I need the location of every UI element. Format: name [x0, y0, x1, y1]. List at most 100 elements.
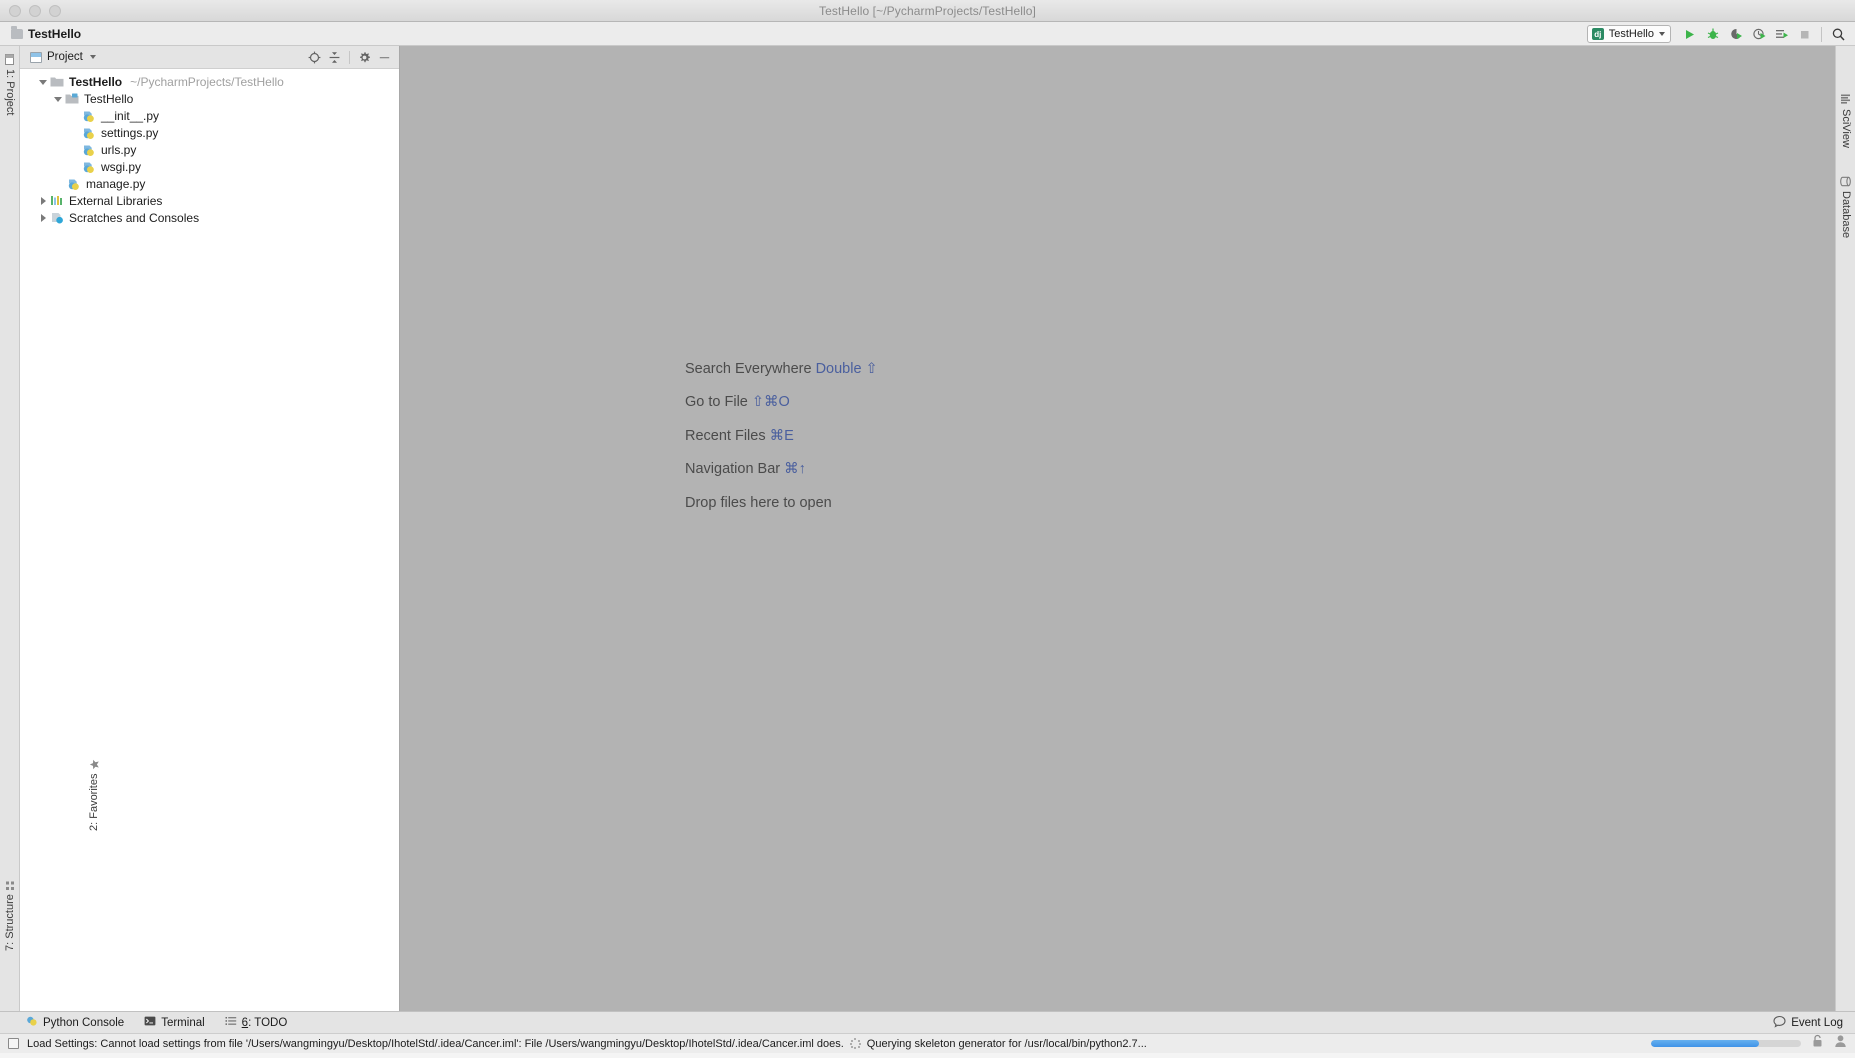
chevron-collapsed-icon[interactable]	[38, 196, 48, 206]
project-tree[interactable]: TestHello ~/PycharmProjects/TestHello Te…	[20, 69, 399, 1011]
hint-search-everywhere-shortcut: Double ⇧	[815, 361, 878, 377]
tree-row-scratches[interactable]: Scratches and Consoles	[20, 209, 399, 226]
chevron-expanded-icon[interactable]	[53, 94, 63, 104]
sidebar-tab-project-label: 1: Project	[4, 69, 16, 116]
libraries-icon	[50, 194, 64, 208]
profile-button[interactable]	[1748, 24, 1769, 45]
lock-icon[interactable]	[1811, 1034, 1824, 1053]
toolbar-actions: dj TestHello	[1586, 22, 1849, 46]
django-config-icon: dj	[1591, 28, 1604, 40]
tree-row-file[interactable]: settings.py	[20, 124, 399, 141]
editor-hints: Search Everywhere Double ⇧ Go to File ⇧⌘…	[685, 361, 878, 512]
stop-icon	[1801, 30, 1809, 38]
project-tool-window: Project TestHello ~/PycharmProjects/Test…	[20, 46, 400, 1011]
panel-divider	[349, 50, 350, 64]
tree-label: urls.py	[101, 142, 137, 157]
project-window-icon	[30, 51, 42, 63]
tree-label: manage.py	[86, 176, 146, 191]
settings-button[interactable]	[356, 49, 373, 66]
tree-label: External Libraries	[69, 193, 163, 208]
tree-path: ~/PycharmProjects/TestHello	[130, 74, 284, 89]
project-icon	[5, 54, 16, 65]
bottom-tab-todo[interactable]: 6: TODO	[225, 1015, 287, 1030]
run-button[interactable]	[1679, 24, 1700, 45]
sidebar-tab-project[interactable]: 1: Project	[4, 54, 16, 115]
tree-row-module-folder[interactable]: TestHello	[20, 90, 399, 107]
event-log-button[interactable]: Event Log	[1773, 1015, 1843, 1031]
user-icon[interactable]	[1834, 1034, 1847, 1053]
toolbar-project-name: TestHello	[28, 26, 82, 41]
chevron-expanded-icon[interactable]	[38, 77, 48, 87]
todo-icon	[225, 1015, 237, 1030]
hint-recent-files-shortcut: ⌘E	[769, 427, 794, 444]
profile-icon	[1752, 28, 1765, 40]
hide-panel-button[interactable]	[376, 49, 393, 66]
chevron-down-icon	[89, 55, 96, 59]
folder-icon	[11, 26, 23, 39]
sidebar-tab-database[interactable]: Database	[1840, 176, 1852, 238]
status-message-group: Load Settings: Cannot load settings from…	[27, 1038, 1147, 1050]
status-memory-icon[interactable]	[8, 1038, 19, 1049]
hint-navigation-bar: Navigation Bar ⌘↑	[685, 461, 878, 478]
python-file-icon	[82, 160, 96, 174]
status-message: Load Settings: Cannot load settings from…	[27, 1037, 844, 1050]
chevron-down-icon	[1659, 32, 1665, 36]
chevron-collapsed-icon[interactable]	[38, 213, 48, 223]
run-configuration-label: TestHello	[1608, 28, 1654, 40]
hint-recent-files: Recent Files ⌘E	[685, 428, 878, 445]
database-icon	[1840, 176, 1852, 187]
sidebar-tab-sciview[interactable]: SciView	[1840, 94, 1852, 148]
hint-drop-files-label: Drop files here to open	[685, 494, 832, 511]
bottom-tab-terminal-label: Terminal	[161, 1016, 205, 1029]
project-panel-actions	[306, 49, 393, 66]
sidebar-tab-favorites[interactable]: 2: Favorites	[4, 759, 184, 831]
stop-button[interactable]	[1794, 24, 1815, 45]
hint-go-to-file-shortcut: ⇧⌘O	[751, 394, 790, 411]
bottom-tab-terminal[interactable]: Terminal	[144, 1015, 205, 1030]
tree-row-external-libraries[interactable]: External Libraries	[20, 192, 399, 209]
python-file-icon	[67, 177, 81, 191]
scratches-icon	[50, 211, 64, 225]
run-with-coverage-button[interactable]	[1725, 24, 1746, 45]
search-icon	[1832, 28, 1845, 41]
tree-row-file[interactable]: urls.py	[20, 141, 399, 158]
target-icon	[308, 51, 321, 63]
hint-recent-files-label: Recent Files	[685, 427, 770, 444]
tree-row-file[interactable]: wsgi.py	[20, 158, 399, 175]
project-panel-header: Project	[20, 46, 399, 69]
hint-navigation-bar-label: Navigation Bar	[685, 461, 785, 478]
sidebar-tab-structure[interactable]: 7: Structure	[4, 879, 16, 951]
status-bar-right	[1651, 1034, 1847, 1053]
toolbar-project-label: TestHello	[0, 26, 82, 41]
python-file-icon	[82, 143, 96, 157]
minimize-icon	[379, 56, 390, 58]
tree-row-file[interactable]: __init__.py	[20, 107, 399, 124]
main-body: 1: Project 2: Favorites 7: Structure Pro…	[0, 46, 1855, 1011]
debug-button[interactable]	[1702, 24, 1723, 45]
editor-empty-area[interactable]: Search Everywhere Double ⇧ Go to File ⇧⌘…	[400, 46, 1835, 1011]
window-title: TestHello [~/PycharmProjects/TestHello]	[819, 3, 1036, 18]
sidebar-tab-database-label: Database	[1840, 191, 1852, 239]
tree-row-file[interactable]: manage.py	[20, 175, 399, 192]
search-button[interactable]	[1828, 24, 1849, 45]
sciview-icon	[1841, 94, 1852, 105]
tree-row-project-root[interactable]: TestHello ~/PycharmProjects/TestHello	[20, 73, 399, 90]
loading-spinner-icon	[849, 1038, 862, 1049]
collapse-all-button[interactable]	[326, 49, 343, 66]
bottom-tab-python-console[interactable]: Python Console	[26, 1015, 124, 1030]
hint-go-to-file-label: Go to File	[685, 394, 752, 411]
status-bar: Load Settings: Cannot load settings from…	[0, 1033, 1855, 1053]
tree-label: __init__.py	[101, 108, 160, 123]
collapse-all-icon	[329, 51, 340, 63]
run-dashboard-button[interactable]	[1771, 24, 1792, 45]
tree-label: Scratches and Consoles	[69, 210, 200, 225]
run-configuration-selector[interactable]: dj TestHello	[1586, 25, 1671, 43]
gear-icon	[360, 51, 370, 62]
terminal-icon	[144, 1015, 156, 1030]
tree-label: TestHello	[69, 74, 123, 89]
project-panel-title-group[interactable]: Project	[20, 51, 96, 63]
select-opened-file-button[interactable]	[306, 49, 323, 66]
window-bottom-strip	[0, 1053, 1855, 1058]
star-icon	[89, 759, 100, 770]
coverage-icon	[1730, 28, 1742, 39]
